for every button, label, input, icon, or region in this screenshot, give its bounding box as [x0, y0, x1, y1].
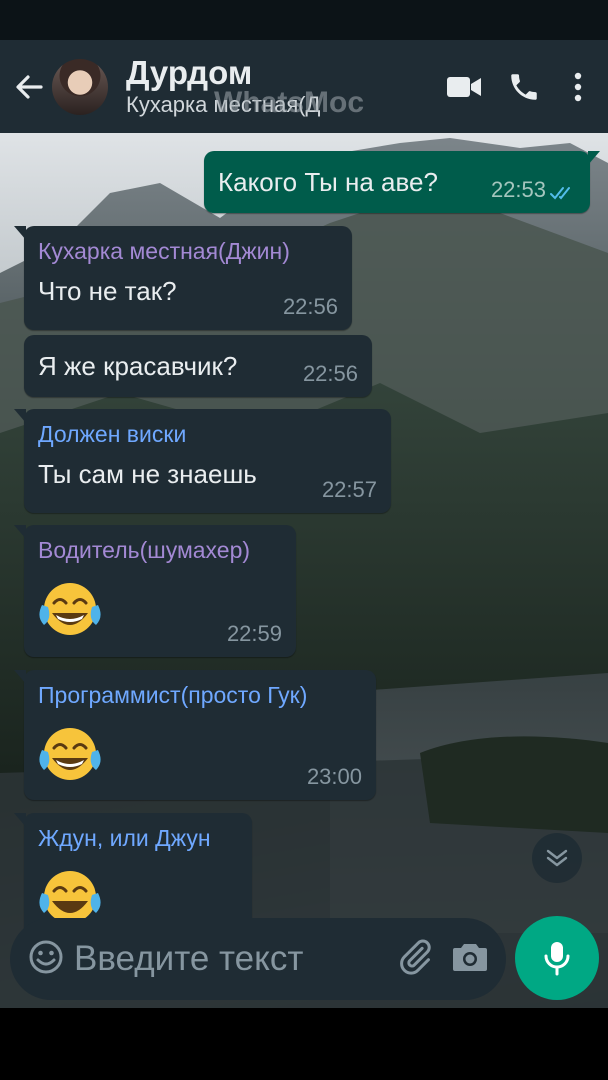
avatar[interactable]	[52, 58, 108, 115]
bubble-tail	[14, 409, 26, 423]
more-vertical-icon	[574, 72, 582, 101]
message-time: 22:53	[490, 177, 546, 202]
message-bubble-outgoing[interactable]: Какого Ты на аве? 22:53	[204, 151, 600, 213]
bubble-tail	[14, 813, 26, 827]
sender-name[interactable]: Кухарка местная(Джин)	[38, 236, 338, 266]
message-bubble-incoming[interactable]: Программист(просто Гук) 23:00	[14, 670, 376, 800]
message-input[interactable]: Введите текст	[74, 939, 396, 979]
message-composer: Введите текст	[10, 918, 506, 1000]
paperclip-icon	[400, 939, 431, 975]
voice-call-button[interactable]	[494, 40, 554, 133]
tears-of-joy-emoji-icon	[39, 583, 101, 635]
bubble-tail	[14, 525, 26, 539]
microphone-icon	[544, 942, 570, 976]
sender-name[interactable]: Программист(просто Гук)	[38, 680, 362, 710]
camera-button[interactable]	[452, 941, 488, 978]
chat-header: Дурдом Кухарка местная(Д WhatsMock	[0, 40, 608, 133]
emoji-button[interactable]	[28, 939, 64, 980]
bubble-tail	[588, 151, 600, 165]
tears-of-joy-emoji-icon	[39, 728, 101, 780]
status-bar	[0, 0, 608, 40]
video-camera-icon	[447, 76, 481, 97]
sender-name[interactable]: Должен виски	[38, 419, 377, 449]
scroll-to-bottom-button[interactable]	[532, 833, 582, 883]
chat-title: Дурдом	[126, 53, 253, 91]
smiley-icon	[29, 940, 63, 973]
message-time: 23:00	[306, 764, 362, 789]
more-options-button[interactable]	[554, 40, 602, 133]
sender-name[interactable]: Ждун, или Джун	[38, 823, 238, 853]
message-time: 22:56	[302, 361, 358, 386]
message-bubble-incoming[interactable]: Кухарка местная(Джин) Что не так? 22:56	[14, 226, 352, 330]
bubble-tail	[14, 670, 26, 684]
message-time: 22:59	[226, 621, 282, 646]
video-call-button[interactable]	[434, 40, 494, 133]
sender-name[interactable]: Водитель(шумахер)	[38, 535, 282, 565]
read-receipt-icon	[550, 187, 570, 200]
message-bubble-incoming[interactable]: Должен виски Ты сам не знаешь 22:57	[14, 409, 391, 513]
phone-icon	[511, 73, 537, 100]
attach-button[interactable]	[396, 938, 434, 981]
bubble-tail	[14, 226, 26, 240]
double-chevron-down-icon	[546, 849, 568, 867]
back-button[interactable]	[4, 40, 54, 133]
message-time: 22:57	[321, 477, 377, 502]
chat-info[interactable]: Дурдом Кухарка местная(Д WhatsMock	[126, 53, 434, 119]
message-time: 22:56	[282, 294, 338, 319]
back-arrow-icon	[16, 74, 43, 99]
chat-area[interactable]: Какого Ты на аве? 22:53 Кухарка местная(…	[0, 133, 608, 1008]
chat-subtitle: Кухарка местная(Д WhatsMock	[126, 91, 366, 119]
camera-icon	[453, 943, 487, 971]
message-bubble-incoming[interactable]: Водитель(шумахер) 22:59	[14, 525, 296, 657]
system-navigation-bar	[0, 1008, 608, 1080]
voice-message-button[interactable]	[515, 916, 599, 1000]
watermark: WhatsMock	[214, 90, 366, 119]
message-bubble-incoming[interactable]: Я же красавчик? 22:56	[24, 335, 372, 397]
